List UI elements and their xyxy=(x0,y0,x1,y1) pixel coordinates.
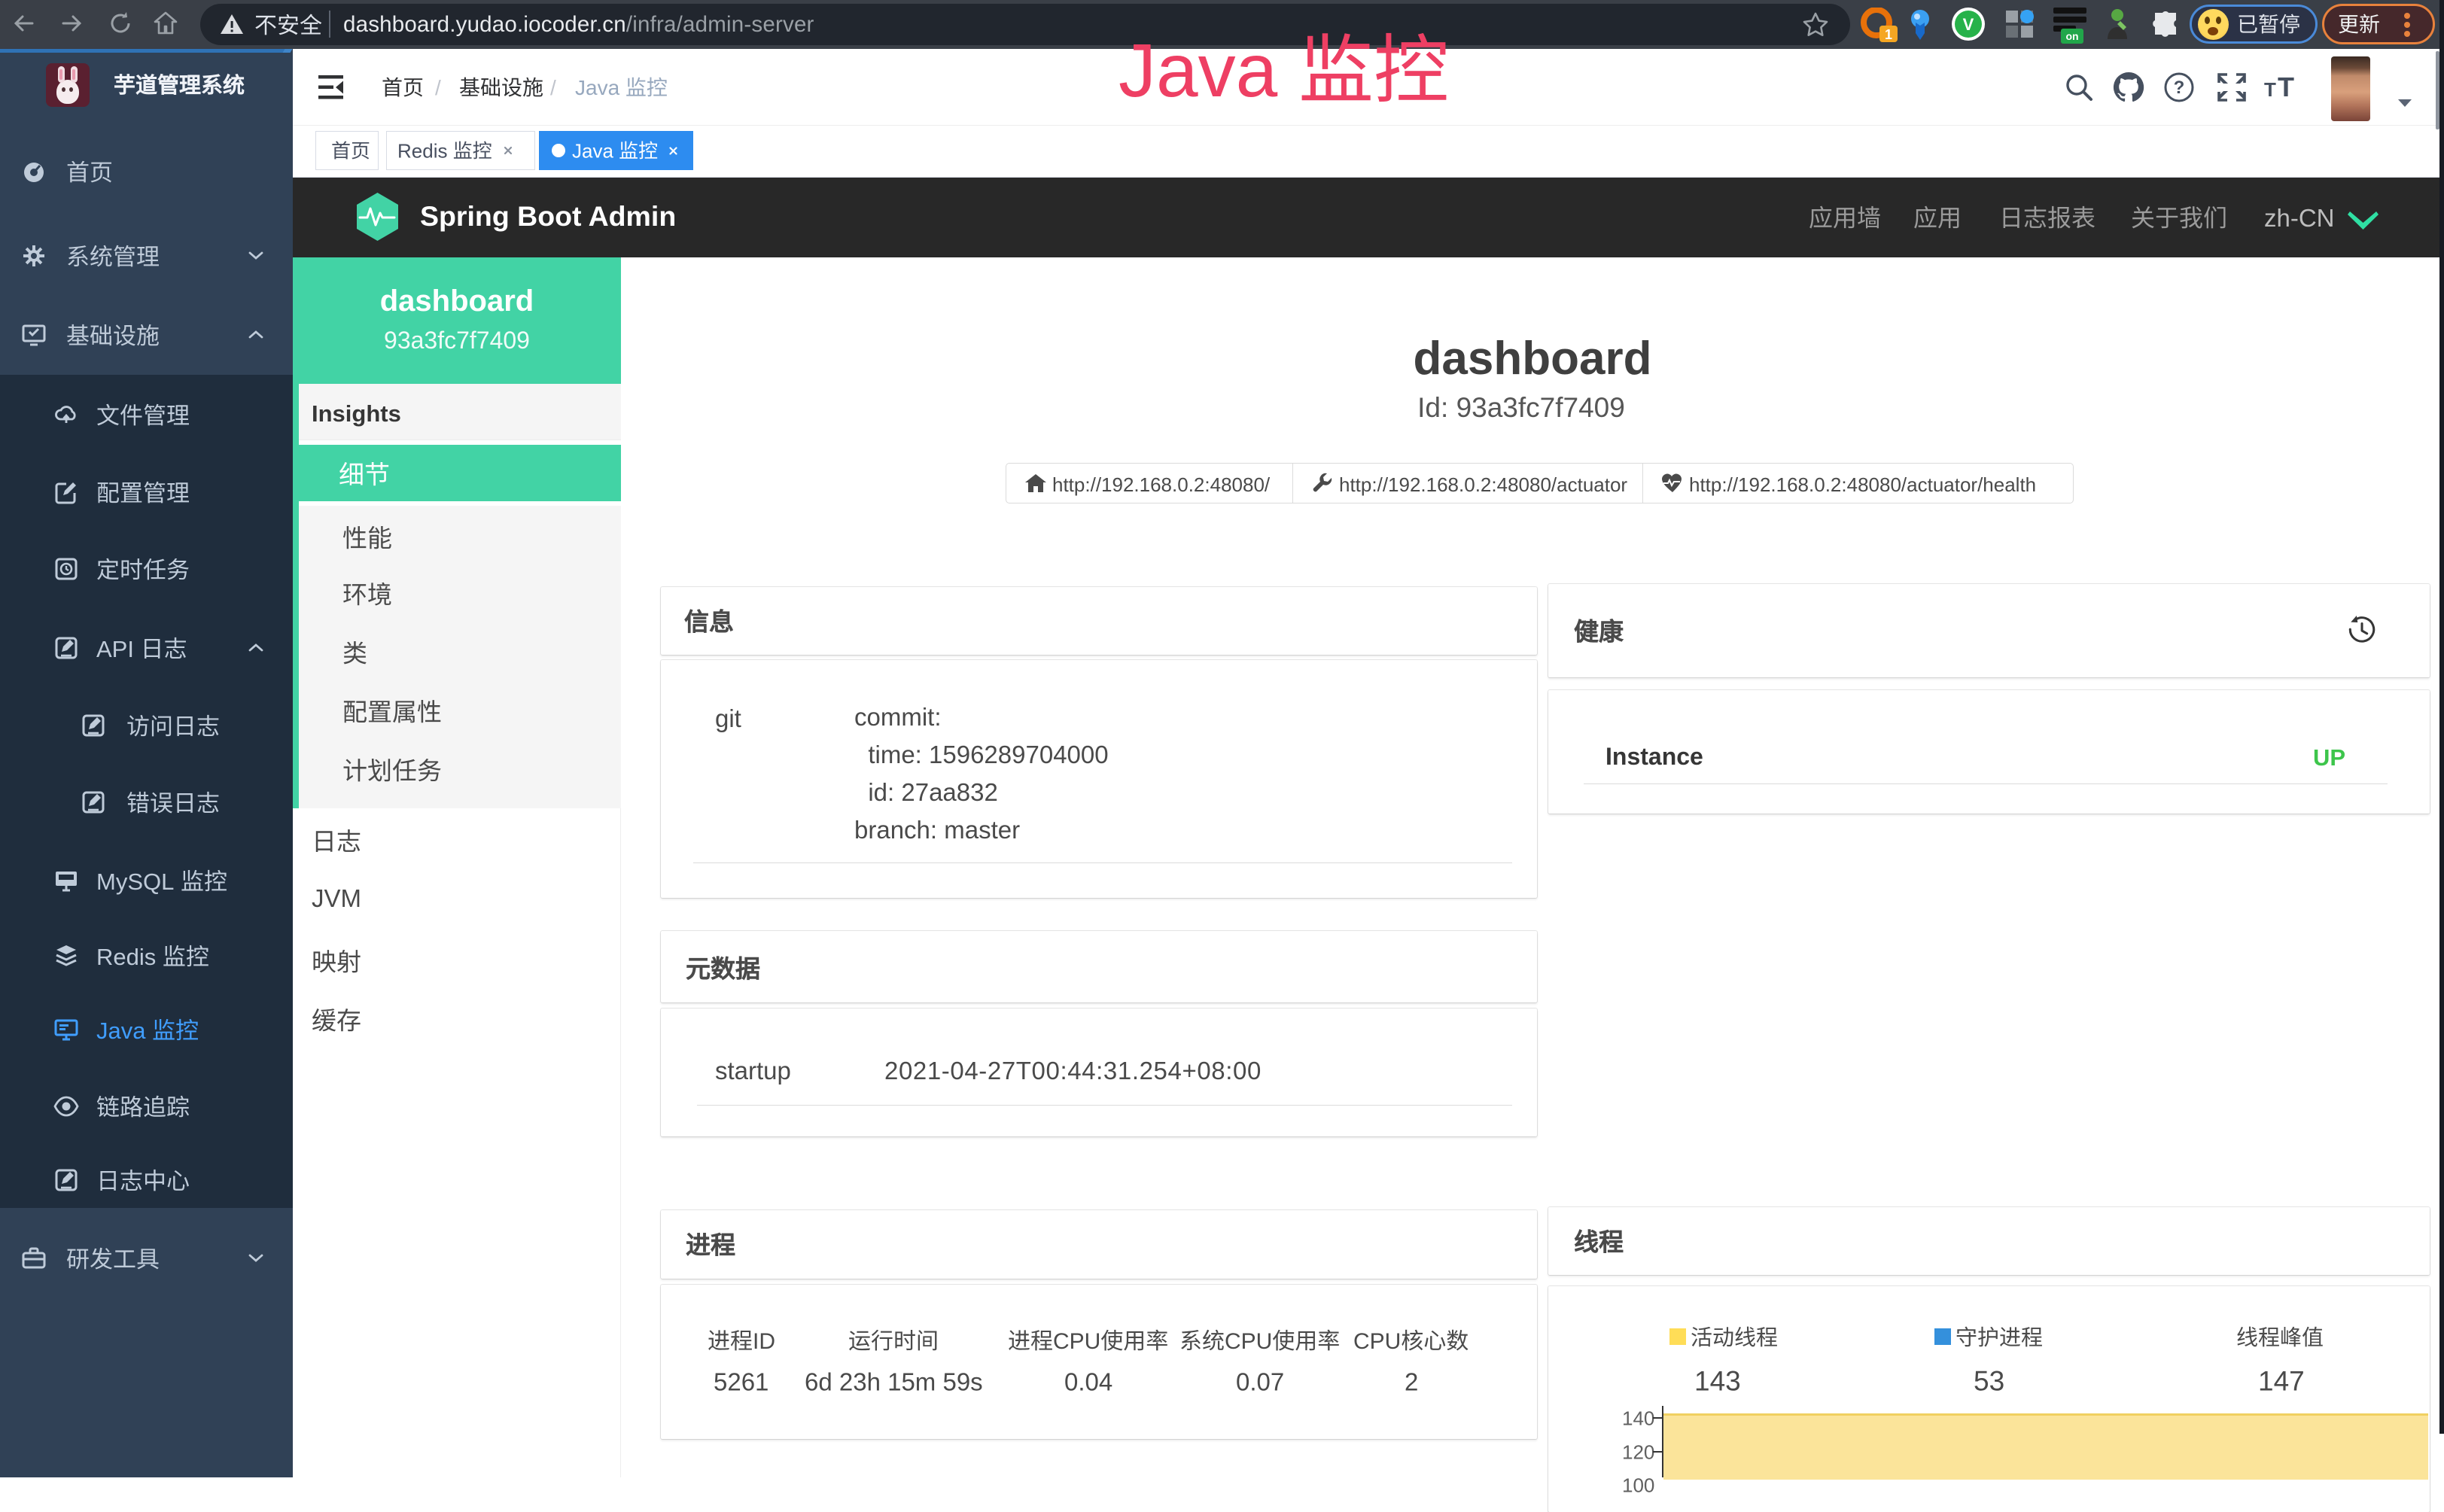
svg-text:Java: Java xyxy=(572,140,613,162)
svg-text:140: 140 xyxy=(1622,1407,1654,1429)
svg-text:/: / xyxy=(550,76,556,99)
svg-text:5261: 5261 xyxy=(714,1368,769,1396)
svg-text:0.04: 0.04 xyxy=(1064,1368,1112,1396)
svg-text:147: 147 xyxy=(2258,1365,2305,1396)
svg-text:2: 2 xyxy=(1405,1368,1418,1396)
svg-text:/: / xyxy=(435,76,441,99)
svg-text:CPU: CPU xyxy=(1225,1329,1272,1354)
svg-text:CPU: CPU xyxy=(1353,1329,1401,1354)
svg-text:on: on xyxy=(2065,30,2078,42)
svg-text:1: 1 xyxy=(1885,27,1892,42)
svg-text:Redis: Redis xyxy=(397,140,447,162)
svg-text:V: V xyxy=(1963,15,1974,34)
svg-text:0.07: 0.07 xyxy=(1236,1368,1284,1396)
svg-text:143: 143 xyxy=(1694,1365,1741,1396)
svg-text:T: T xyxy=(2264,78,2276,101)
svg-text:Java: Java xyxy=(96,1018,146,1044)
svg-text:120: 120 xyxy=(1622,1441,1654,1463)
svg-text:Redis: Redis xyxy=(96,944,156,970)
svg-text:Java: Java xyxy=(575,76,620,99)
svg-text:API: API xyxy=(96,636,134,662)
svg-text:Java: Java xyxy=(1119,29,1278,113)
svg-text:T: T xyxy=(2278,74,2294,101)
svg-text:6d 23h 15m 59s: 6d 23h 15m 59s xyxy=(805,1368,983,1396)
svg-text:CPU: CPU xyxy=(1053,1329,1100,1354)
svg-text:53: 53 xyxy=(1974,1365,2004,1396)
svg-text:MySQL: MySQL xyxy=(96,869,174,895)
svg-text:ID: ID xyxy=(753,1329,775,1354)
svg-text:?: ? xyxy=(2174,78,2185,98)
svg-text:100: 100 xyxy=(1622,1474,1654,1496)
